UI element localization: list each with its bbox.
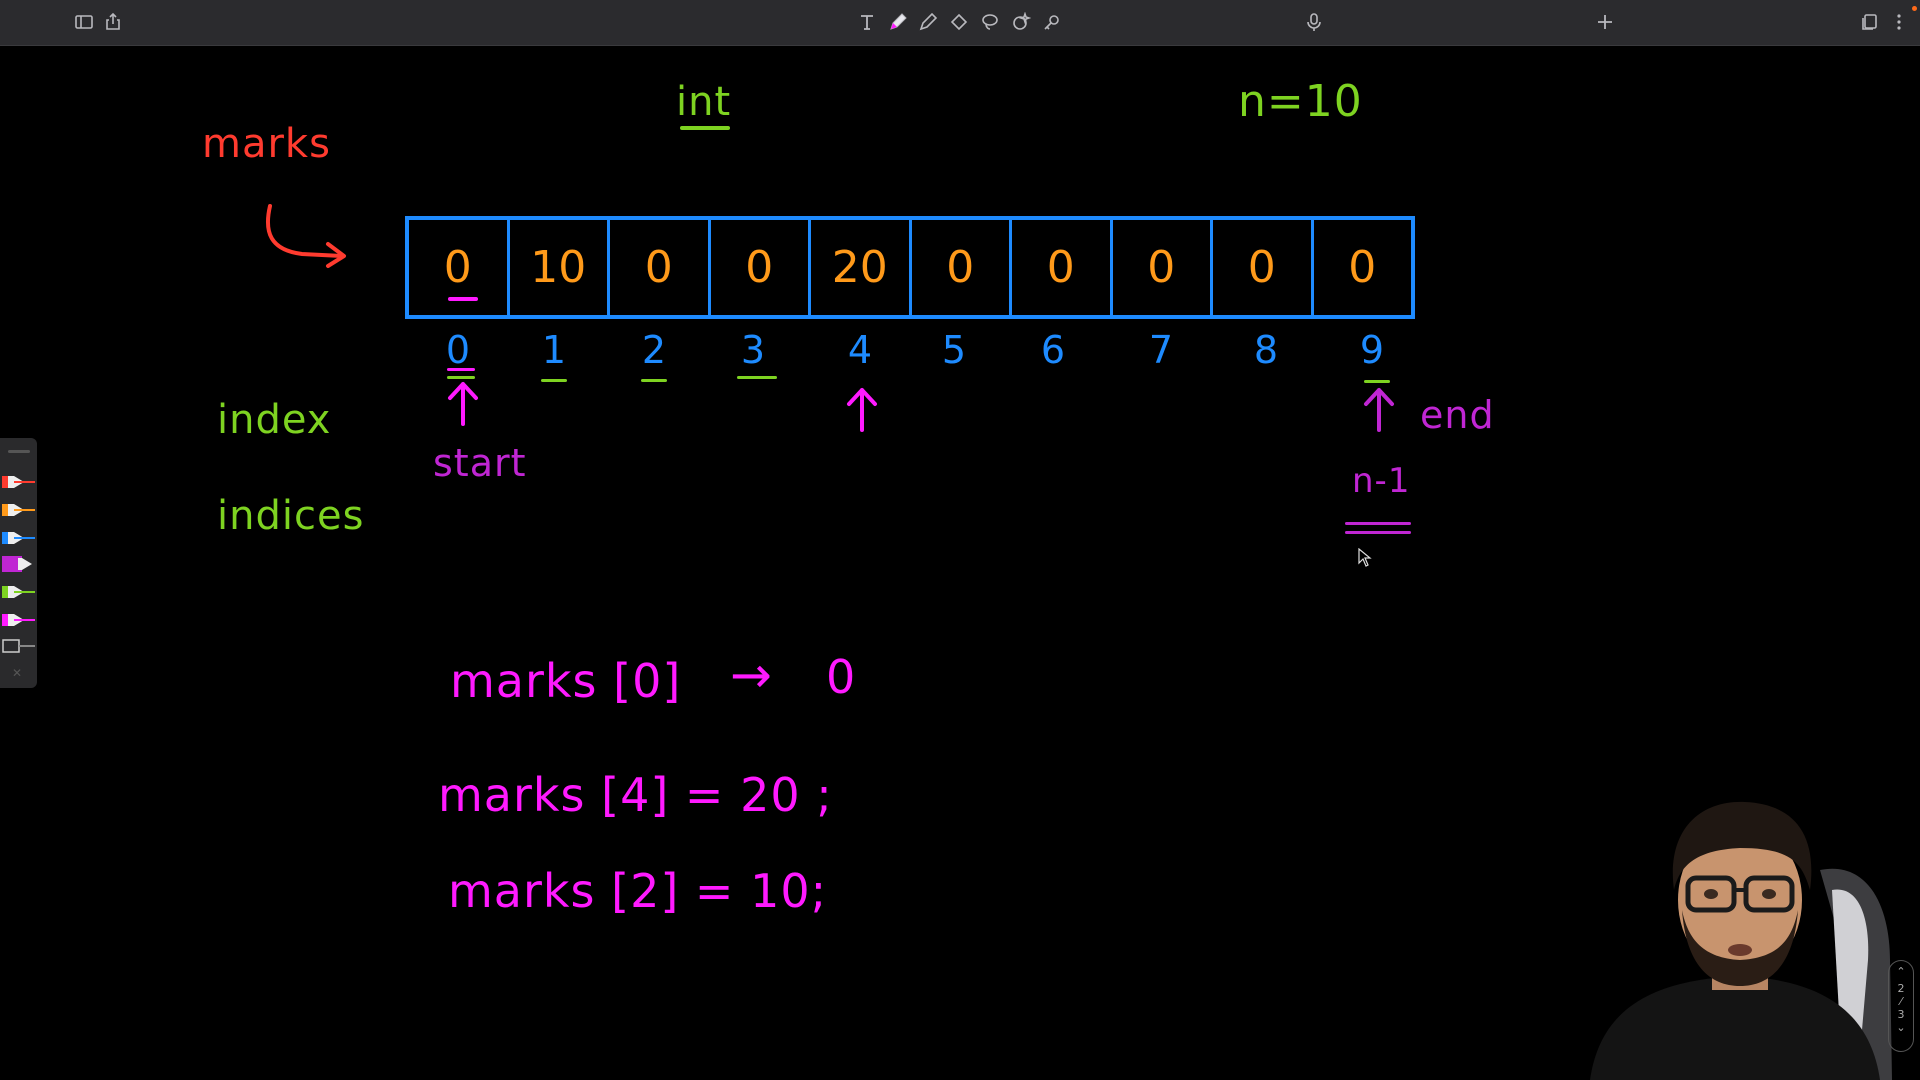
size-label: n=10 — [1238, 76, 1363, 127]
pen-purple-icon[interactable] — [2, 556, 35, 572]
index-number: 2 — [641, 328, 667, 372]
index-number: 7 — [1148, 328, 1174, 372]
page-scroller[interactable]: ⌃ 2 ⁄ 3 ⌄ — [1888, 960, 1914, 1052]
page-divider: ⁄ — [1900, 995, 1902, 1008]
array-box: 0 10 0 0 20 0 0 0 0 0 — [405, 216, 1415, 319]
sidebar-icon[interactable] — [71, 9, 97, 35]
last-index-double-underline — [1345, 522, 1411, 525]
index-number: 3 — [740, 328, 766, 372]
array-cell: 0 — [610, 220, 711, 315]
recording-dot — [1912, 6, 1917, 11]
index-0-underline — [447, 368, 475, 371]
pen-tray: ✕ — [0, 438, 37, 688]
pen-green-icon[interactable] — [2, 584, 35, 600]
cell-0-underline — [448, 297, 478, 301]
current-page-number: 2 — [1897, 982, 1905, 995]
pen-blue-icon[interactable] — [2, 530, 35, 546]
expression-access: marks [0] — [450, 654, 682, 708]
array-cell: 0 — [711, 220, 811, 315]
array-cell: 0 — [1348, 242, 1377, 293]
index-2-underline — [641, 379, 667, 382]
index-number: 6 — [1040, 328, 1066, 372]
index-1-underline — [541, 379, 567, 382]
chevron-up-icon[interactable]: ⌃ — [1889, 965, 1913, 978]
total-page-count: 3 — [1897, 1008, 1905, 1021]
index-3-underline — [737, 376, 777, 379]
pen-magenta-icon[interactable] — [2, 612, 35, 628]
start-arrow-icon — [448, 382, 478, 426]
array-name-label: marks — [202, 121, 331, 167]
index-label: index — [217, 397, 332, 443]
index-9-underline — [1364, 380, 1390, 383]
last-index-double-underline — [1345, 531, 1411, 534]
index-number: 9 — [1359, 328, 1385, 372]
expression-assign-index-2: marks [2] = 10; — [448, 864, 828, 918]
app-toolbar — [0, 0, 1920, 46]
add-page-button[interactable] — [1592, 9, 1618, 35]
array-cell: 0 — [912, 220, 1012, 315]
highlighter-icon[interactable] — [2, 638, 35, 654]
link-icon[interactable] — [1039, 9, 1065, 35]
lasso-icon[interactable] — [977, 9, 1003, 35]
array-cell: 0 — [1113, 220, 1213, 315]
more-icon[interactable] — [1886, 9, 1912, 35]
expression-assign-index-4: marks [4] = 20 ; — [438, 768, 833, 822]
indices-label: indices — [217, 493, 365, 539]
pen-red-icon[interactable] — [2, 474, 35, 490]
pages-icon[interactable] — [1857, 9, 1883, 35]
index-0-underline-green — [447, 376, 475, 379]
end-label: end — [1420, 393, 1495, 437]
webcam-presenter-image — [1590, 801, 1892, 1080]
index-number: 0 — [445, 328, 471, 372]
pointer-arrow-icon — [265, 204, 346, 268]
index-number: 1 — [541, 328, 567, 372]
text-tool-icon[interactable] — [854, 9, 880, 35]
array-cell: 0 — [1213, 220, 1314, 315]
microphone-icon[interactable] — [1301, 9, 1327, 35]
array-cell: 10 — [510, 220, 610, 315]
array-cell: 20 — [811, 220, 912, 315]
share-icon[interactable] — [100, 9, 126, 35]
pencil-icon[interactable] — [915, 9, 941, 35]
start-label: start — [433, 441, 527, 485]
index-4-arrow-icon — [847, 388, 877, 432]
index-number: 5 — [941, 328, 967, 372]
end-arrow-icon — [1364, 388, 1394, 432]
type-label-underline — [680, 126, 730, 130]
shapes-icon[interactable] — [1008, 9, 1034, 35]
expression-arrow: → — [730, 646, 773, 704]
close-tray-icon[interactable]: ✕ — [12, 666, 22, 680]
type-label: int — [676, 79, 732, 125]
chevron-down-icon[interactable]: ⌄ — [1889, 1021, 1913, 1034]
pen-tray-handle[interactable] — [8, 450, 30, 453]
pen-orange-icon[interactable] — [2, 502, 35, 518]
mouse-cursor-icon — [1358, 548, 1372, 567]
eraser-icon[interactable] — [946, 9, 972, 35]
index-number: 4 — [847, 328, 873, 372]
expression-result: 0 — [826, 650, 857, 704]
pen-icon[interactable] — [885, 9, 911, 35]
array-cell: 0 — [1012, 220, 1113, 315]
last-index-label: n-1 — [1352, 461, 1411, 501]
index-number: 8 — [1253, 328, 1279, 372]
